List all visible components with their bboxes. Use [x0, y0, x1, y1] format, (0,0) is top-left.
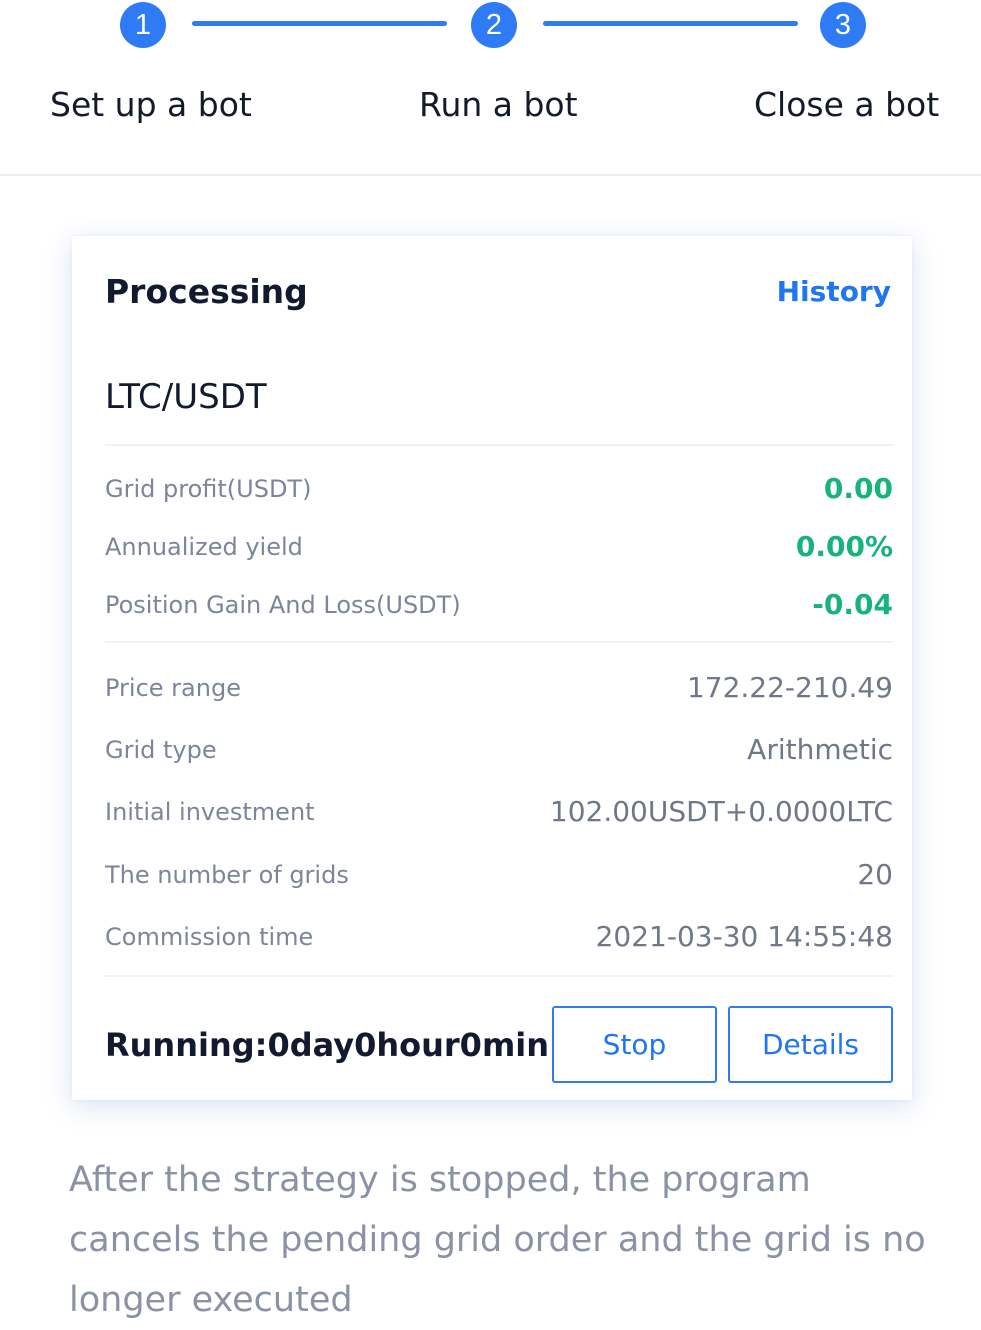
initial-investment-row: Initial investment 102.00USDT+0.0000LTC [105, 792, 893, 832]
step-1-badge: 1 [120, 2, 166, 48]
position-pnl-value: -0.04 [812, 588, 893, 621]
grid-type-row: Grid type Arithmetic [105, 730, 893, 770]
commission-time-value: 2021-03-30 14:55:48 [595, 920, 893, 953]
step-3-label: Close a bot [754, 85, 940, 124]
step-2-badge: 2 [471, 2, 517, 48]
section-divider [0, 174, 981, 176]
trading-pair: LTC/USDT [105, 377, 267, 417]
grid-count-label: The number of grids [105, 861, 349, 889]
card-divider [105, 975, 893, 977]
commission-time-row: Commission time 2021-03-30 14:55:48 [105, 917, 893, 957]
card-title: Processing [105, 272, 308, 311]
position-pnl-label: Position Gain And Loss(USDT) [105, 591, 461, 619]
step-connector-2 [543, 21, 798, 26]
grid-type-label: Grid type [105, 736, 217, 764]
commission-time-label: Commission time [105, 923, 314, 951]
annualized-yield-row: Annualized yield 0.00% [105, 527, 893, 567]
initial-investment-value: 102.00USDT+0.0000LTC [549, 795, 893, 828]
grid-type-value: Arithmetic [747, 733, 893, 766]
grid-count-value: 20 [857, 858, 893, 891]
stop-button[interactable]: Stop [552, 1006, 717, 1083]
details-button[interactable]: Details [728, 1006, 893, 1083]
running-duration: Running:0day0hour0min [105, 1026, 550, 1064]
price-range-row: Price range 172.22-210.49 [105, 668, 893, 708]
history-link[interactable]: History [777, 272, 891, 312]
card-divider [105, 444, 893, 446]
position-pnl-row: Position Gain And Loss(USDT) -0.04 [105, 585, 893, 625]
card-divider [105, 641, 893, 643]
step-1-label: Set up a bot [50, 85, 252, 124]
step-description: After the strategy is stopped, the progr… [69, 1160, 926, 1320]
price-range-value: 172.22-210.49 [686, 671, 893, 704]
step-connector-1 [192, 21, 447, 26]
grid-profit-row: Grid profit(USDT) 0.00 [105, 469, 893, 509]
grid-bot-card: Processing History LTC/USDT Grid profit(… [72, 236, 912, 1100]
step-2-label: Run a bot [419, 85, 578, 124]
grid-profit-value: 0.00 [823, 472, 893, 505]
grid-profit-label: Grid profit(USDT) [105, 475, 312, 503]
step-3-badge: 3 [820, 2, 866, 48]
price-range-label: Price range [105, 674, 241, 702]
initial-investment-label: Initial investment [105, 798, 315, 826]
annualized-yield-label: Annualized yield [105, 533, 303, 561]
grid-count-row: The number of grids 20 [105, 855, 893, 895]
annualized-yield-value: 0.00% [795, 530, 893, 563]
progress-stepper: 1 2 3 Set up a bot Run a bot Close a bot [0, 0, 981, 176]
